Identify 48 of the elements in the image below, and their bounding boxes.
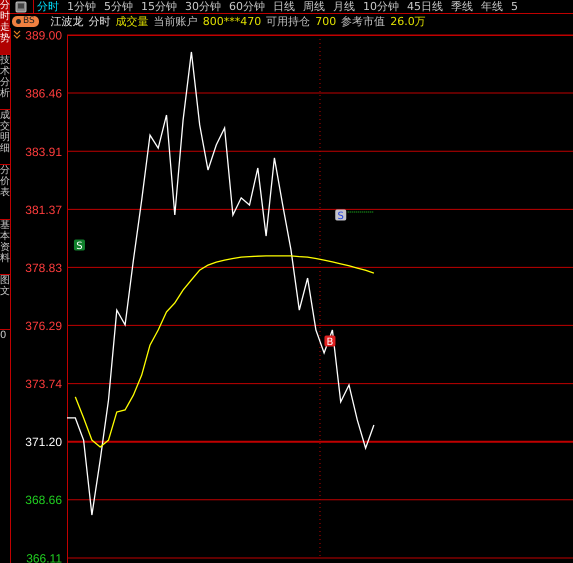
period-tab[interactable]: 分时	[37, 0, 59, 13]
sidebar-tab[interactable]: 分价表	[0, 165, 10, 220]
double-chevron-icon	[13, 30, 21, 39]
period-tab[interactable]: 周线	[303, 0, 325, 13]
axis-label: 386.46	[25, 86, 62, 101]
period-tab[interactable]: 季线	[451, 0, 473, 13]
axis-label: 373.74	[25, 377, 62, 392]
header-text: 参考市值	[341, 14, 386, 28]
trade-marker[interactable]: B	[324, 335, 336, 348]
axis-label: 389.00	[25, 28, 62, 42]
axis-label: 376.29	[25, 318, 62, 333]
sidebar-tab[interactable]: 成交明细	[0, 110, 10, 165]
period-tab[interactable]: 年线	[481, 0, 503, 13]
axis-label: 383.91	[25, 144, 62, 159]
trade-marker[interactable]: S	[335, 210, 346, 222]
period-tab[interactable]: 1分钟	[67, 0, 96, 13]
sidebar-tab[interactable]: 分时走势	[0, 0, 10, 55]
header-text: 可用持仓	[266, 14, 310, 28]
sidebar-tab[interactable]: 技术分析	[0, 55, 10, 110]
period-tab[interactable]: 日线	[273, 0, 295, 13]
sidebar-tab[interactable]: 基本资料	[0, 220, 10, 275]
axis-label: 366.11	[26, 552, 62, 563]
period-tab[interactable]: 15分钟	[141, 0, 177, 13]
dot-icon	[16, 18, 21, 24]
header-text: 800***470	[202, 14, 262, 28]
header-text: 700	[315, 14, 336, 28]
header-text: 当前账户	[154, 14, 198, 28]
bs-badge[interactable]: BS	[12, 16, 39, 26]
badge-text: BS	[23, 16, 35, 26]
header-text: 成交量	[116, 14, 149, 28]
period-tab[interactable]: 月线	[333, 0, 355, 13]
sidebar-text: 0	[0, 330, 8, 342]
axis-label: 381.37	[25, 202, 62, 217]
period-tab[interactable]: 5	[511, 0, 518, 13]
axis-label: 371.20	[25, 435, 62, 450]
header-text: 分时	[88, 14, 111, 28]
header-text: 26.0万	[390, 14, 426, 28]
period-tab[interactable]: 60分钟	[229, 0, 265, 13]
period-tab[interactable]: 45日线	[407, 0, 443, 13]
axis-label: 368.66	[25, 493, 62, 508]
window-icon[interactable]	[15, 0, 27, 12]
axis-label: 378.83	[25, 260, 62, 275]
period-tab[interactable]: 5分钟	[104, 0, 133, 13]
header-text: 江波龙	[50, 14, 84, 28]
sidebar-tab[interactable]: 图文	[0, 275, 10, 330]
period-tab[interactable]: 10分钟	[363, 0, 399, 13]
period-tab[interactable]: 30分钟	[185, 0, 221, 13]
trade-marker[interactable]: S	[74, 239, 85, 252]
